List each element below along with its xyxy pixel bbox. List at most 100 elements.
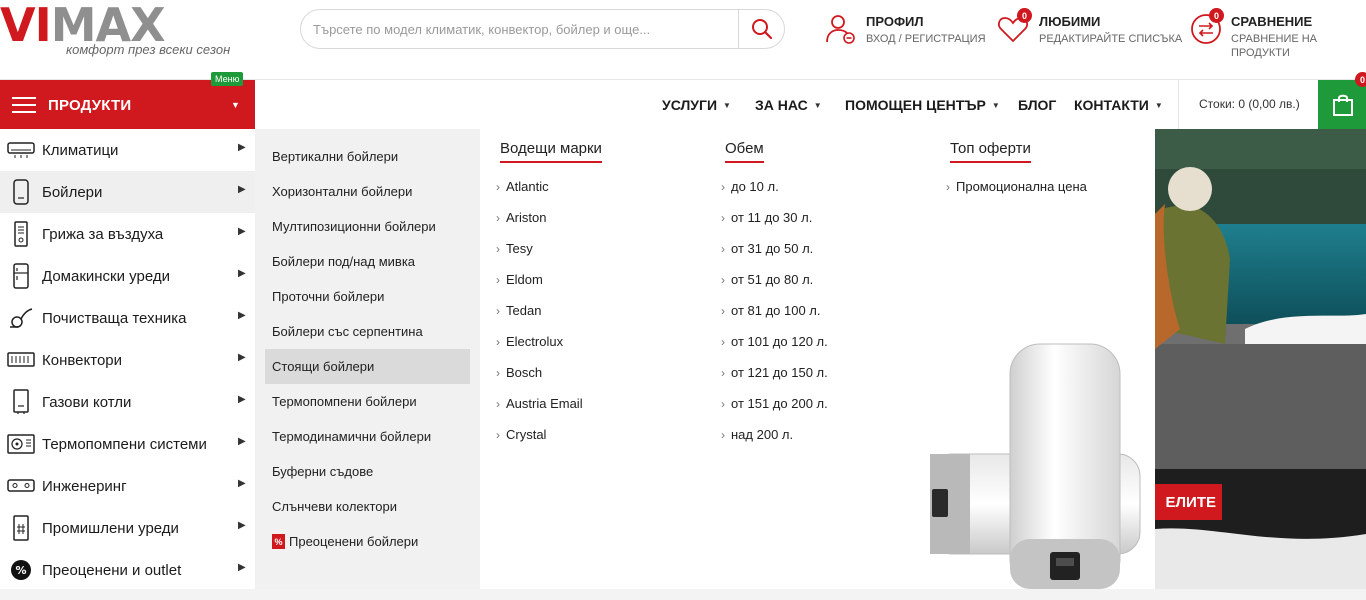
nav-blog-label: БЛОГ — [1018, 97, 1057, 113]
submenu-item[interactable]: Бойлери със серпентина — [265, 314, 470, 349]
submenu-item[interactable]: Буферни съдове — [265, 454, 470, 489]
volume-link-label: от 101 до 120 л. — [731, 334, 828, 349]
chevron-right-icon: ▶ — [238, 226, 246, 237]
sidebar-item-label: Домакински уреди — [42, 267, 170, 285]
compare-title: СРАВНЕНИЕ — [1231, 14, 1313, 29]
brand-link-label: Crystal — [506, 427, 547, 442]
percent-badge-icon: % — [272, 534, 285, 549]
sidebar-item-air-care[interactable]: Грижа за въздуха ▶ — [0, 213, 255, 255]
submenu-item[interactable]: Мултипозиционни бойлери — [265, 209, 470, 244]
chevron-right-icon: › — [946, 180, 950, 194]
sidebar-item-air-conditioners[interactable]: Климатици ▶ — [0, 129, 255, 171]
volume-link[interactable]: › от 51 до 80 л. — [721, 272, 813, 287]
volume-link[interactable]: › от 11 до 30 л. — [721, 210, 812, 225]
submenu-item[interactable]: Слънчеви колектори — [265, 489, 470, 524]
profile-subtitle: ВХОД / РЕГИСТРАЦИЯ — [866, 33, 986, 45]
submenu-item[interactable]: Бойлери под/над мивка — [265, 244, 470, 279]
volume-link[interactable]: › над 200 л. — [721, 427, 793, 442]
brand-link[interactable]: › Austria Email — [496, 396, 583, 411]
offer-link[interactable]: › Промоционална цена — [946, 179, 1087, 194]
sidebar-item-boilers[interactable]: Бойлери ▶ — [0, 171, 255, 213]
brand-link[interactable]: › Crystal — [496, 427, 546, 442]
sidebar-item-label: Термопомпени системи — [42, 435, 207, 453]
submenu-item[interactable]: % Преоценени бойлери — [265, 524, 470, 559]
nav-blog[interactable]: БЛОГ — [1018, 80, 1056, 130]
gas-boiler-icon — [0, 381, 42, 423]
cart-summary[interactable]: Стоки: 0 (0,00 лв.) 0 — [1178, 72, 1366, 130]
chevron-right-icon: › — [721, 273, 725, 287]
cart-button[interactable] — [1318, 80, 1366, 130]
compare-link[interactable]: 0 СРАВНЕНИЕ СРАВНЕНИЕ НА ПРОДУКТИ — [1189, 8, 1366, 59]
sidebar-item-home-appliances[interactable]: Домакински уреди ▶ — [0, 255, 255, 297]
brand-link[interactable]: › Ariston — [496, 210, 546, 225]
engineering-icon — [0, 465, 42, 507]
sidebar-item-convectors[interactable]: Конвектори ▶ — [0, 339, 255, 381]
submenu-item[interactable]: Вертикални бойлери — [265, 139, 470, 174]
compare-count-badge: 0 — [1209, 8, 1224, 23]
volume-link[interactable]: › до 10 л. — [721, 179, 779, 194]
page-bottom-strip — [0, 589, 1366, 600]
volume-title: Обем — [725, 140, 764, 163]
chevron-right-icon: › — [496, 180, 500, 194]
nav-contacts[interactable]: КОНТАКТИ ▼ — [1074, 80, 1163, 130]
chevron-right-icon: ▶ — [238, 268, 246, 279]
brand-link[interactable]: › Tesy — [496, 241, 533, 256]
search-input[interactable] — [313, 18, 733, 40]
submenu-item-label: Хоризонтални бойлери — [272, 184, 413, 199]
brand-link[interactable]: › Bosch — [496, 365, 542, 380]
volume-link[interactable]: › от 151 до 200 л. — [721, 396, 828, 411]
favorites-count-badge: 0 — [1017, 8, 1032, 23]
brands-title: Водещи марки — [500, 140, 602, 163]
chevron-right-icon: ▶ — [238, 436, 246, 447]
water-heater-image — [930, 343, 1141, 589]
brand-link[interactable]: › Eldom — [496, 272, 543, 287]
profile-link[interactable]: ПРОФИЛ ВХОД / РЕГИСТРАЦИЯ — [824, 12, 986, 52]
volume-link[interactable]: › от 31 до 50 л. — [721, 241, 813, 256]
hero-banner[interactable]: ЕЛИТЕ — [1155, 129, 1366, 589]
volume-link[interactable]: › от 81 до 100 л. — [721, 303, 821, 318]
sidebar-item-gas-boilers[interactable]: Газови котли ▶ — [0, 381, 255, 423]
percent-icon: % — [0, 549, 42, 591]
cart-text: Стоки: 0 (0,00 лв.) — [1199, 97, 1300, 111]
category-sidebar: Климатици ▶ Бойлери ▶ Грижа за въздуха ▶… — [0, 129, 255, 589]
submenu-item-label: Стоящи бойлери — [272, 359, 375, 374]
sidebar-item-engineering[interactable]: Инженеринг ▶ — [0, 465, 255, 507]
profile-title: ПРОФИЛ — [866, 14, 924, 29]
volume-link-label: до 10 л. — [731, 179, 779, 194]
products-menu-button[interactable]: ПРОДУКТИ ▼ Меню — [0, 72, 255, 130]
submenu-item[interactable]: Стоящи бойлери — [265, 349, 470, 384]
submenu-item[interactable]: Термопомпени бойлери — [265, 384, 470, 419]
submenu-item[interactable]: Хоризонтални бойлери — [265, 174, 470, 209]
search-button[interactable] — [738, 9, 784, 49]
sidebar-item-outlet[interactable]: % Преоценени и outlet ▶ — [0, 549, 255, 591]
submenu-item[interactable]: Термодинамични бойлери — [265, 419, 470, 454]
banner-cta-button[interactable]: ЕЛИТЕ — [1155, 484, 1222, 520]
favorites-link[interactable]: 0 ЛЮБИМИ РЕДАКТИРАЙТЕ СПИСЪКА — [997, 8, 1182, 52]
heart-icon: 0 — [997, 8, 1032, 46]
user-icon — [824, 12, 858, 46]
boiler-icon — [0, 171, 42, 213]
favorites-title: ЛЮБИМИ — [1039, 14, 1101, 29]
brand-link[interactable]: › Electrolux — [496, 334, 563, 349]
submenu-item-label: Бойлери под/над мивка — [272, 254, 416, 269]
logo[interactable]: VIMAX комфорт през всеки сезон — [0, 2, 230, 60]
chevron-right-icon: › — [721, 397, 725, 411]
nav-about[interactable]: ЗА НАС ▼ — [755, 80, 822, 130]
sidebar-item-cleaning[interactable]: Почистваща техника ▶ — [0, 297, 255, 339]
sidebar-item-industrial[interactable]: Промишлени уреди ▶ — [0, 507, 255, 549]
chevron-right-icon: › — [496, 366, 500, 380]
nav-services[interactable]: УСЛУГИ ▼ — [662, 80, 731, 130]
sidebar-item-label: Почистваща техника — [42, 309, 187, 327]
volume-link[interactable]: › от 101 до 120 л. — [721, 334, 828, 349]
brand-link[interactable]: › Atlantic — [496, 179, 549, 194]
submenu-item[interactable]: Проточни бойлери — [265, 279, 470, 314]
submenu-item-label: Слънчеви колектори — [272, 499, 398, 514]
nav-help-center[interactable]: ПОМОЩЕН ЦЕНТЪР ▼ — [845, 80, 1000, 130]
sidebar-item-heat-pumps[interactable]: Термопомпени системи ▶ — [0, 423, 255, 465]
chevron-right-icon: ▶ — [238, 142, 246, 153]
volume-link-label: от 11 до 30 л. — [731, 210, 813, 225]
brand-link-label: Atlantic — [506, 179, 549, 194]
volume-link-label: от 121 до 150 л. — [731, 365, 828, 380]
volume-link[interactable]: › от 121 до 150 л. — [721, 365, 828, 380]
brand-link[interactable]: › Tedan — [496, 303, 541, 318]
